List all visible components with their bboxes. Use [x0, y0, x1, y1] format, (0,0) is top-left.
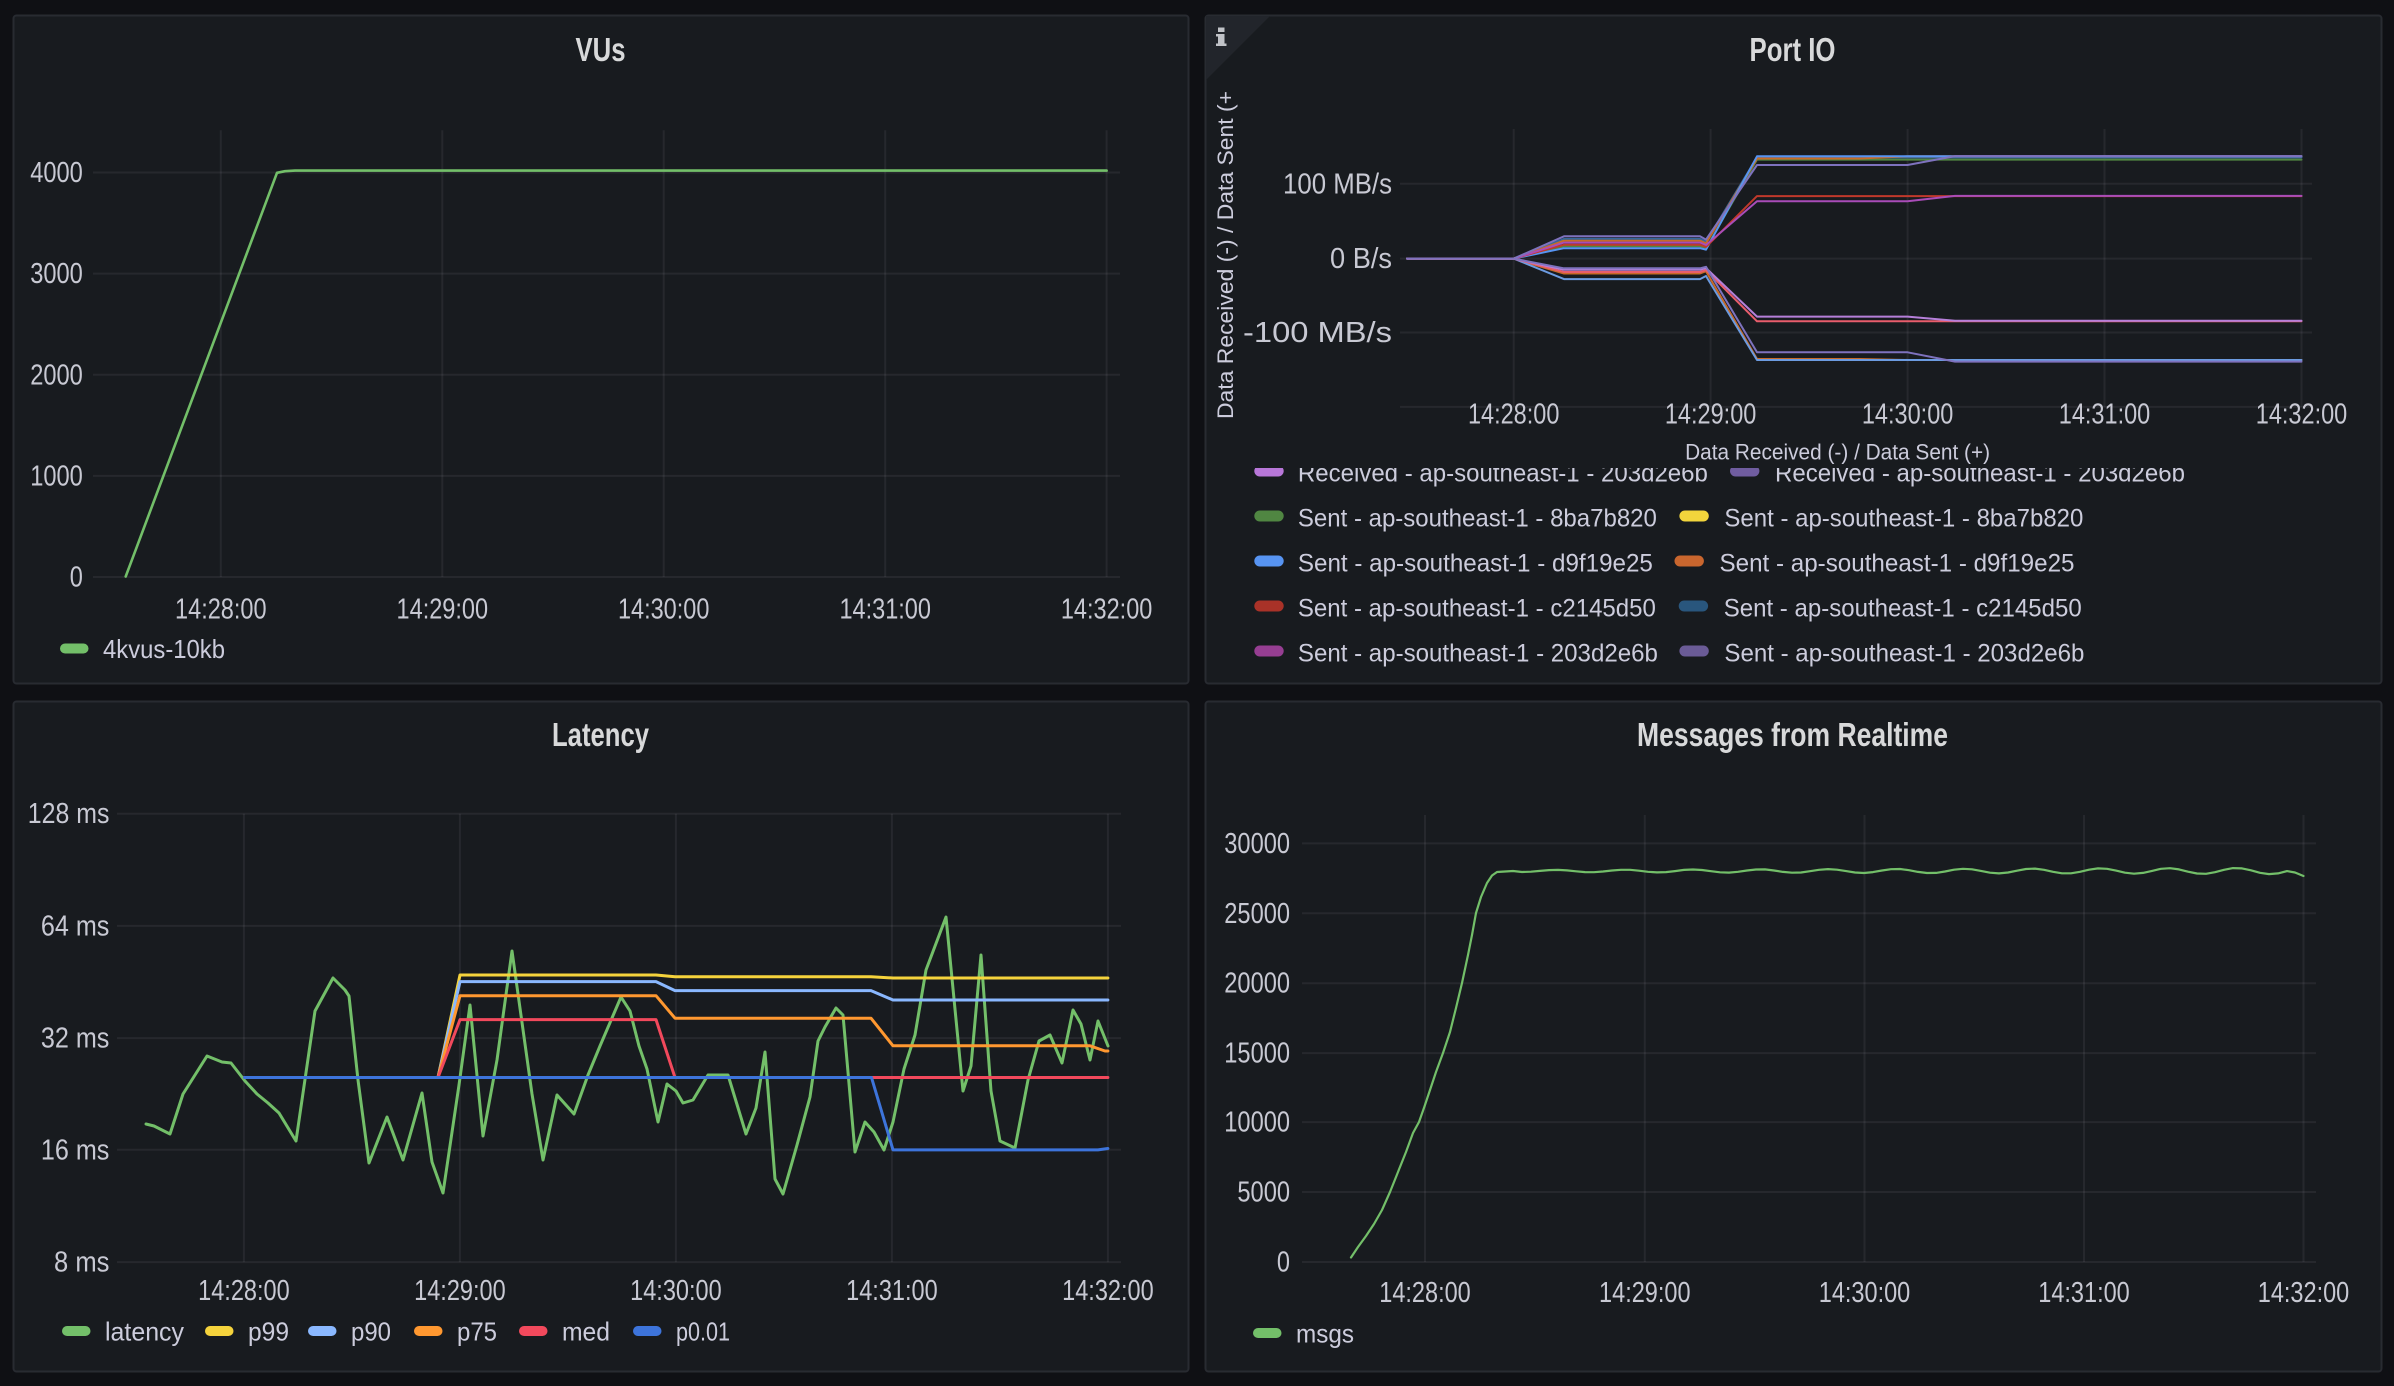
svg-text:30000: 30000	[1224, 828, 1290, 860]
svg-text:8 ms: 8 ms	[54, 1247, 109, 1279]
svg-text:14:31:00: 14:31:00	[2059, 399, 2151, 431]
svg-text:14:30:00: 14:30:00	[1862, 399, 1954, 431]
svg-text:3000: 3000	[30, 258, 83, 290]
svg-text:4kvus-10kb: 4kvus-10kb	[103, 634, 225, 664]
svg-text:-100 MB/s: -100 MB/s	[1243, 317, 1392, 349]
svg-text:14:31:00: 14:31:00	[839, 593, 931, 625]
svg-text:1000: 1000	[30, 460, 83, 492]
svg-text:Sent - ap-southeast-1 - 8ba7b8: Sent - ap-southeast-1 - 8ba7b820	[1724, 505, 2083, 533]
svg-text:14:30:00: 14:30:00	[1819, 1277, 1911, 1309]
svg-text:Sent - ap-southeast-1 - d9f19e: Sent - ap-southeast-1 - d9f19e25	[1720, 550, 2075, 578]
svg-text:0: 0	[70, 562, 83, 594]
svg-text:14:31:00: 14:31:00	[2038, 1277, 2130, 1309]
svg-text:14:32:00: 14:32:00	[1062, 1275, 1154, 1307]
svg-text:14:30:00: 14:30:00	[618, 593, 710, 625]
svg-text:Port IO: Port IO	[1750, 31, 1836, 68]
svg-text:Sent - ap-southeast-1 - c2145d: Sent - ap-southeast-1 - c2145d50	[1298, 595, 1656, 623]
svg-text:p0.01: p0.01	[676, 1317, 730, 1347]
svg-text:14:29:00: 14:29:00	[1599, 1277, 1691, 1309]
svg-text:14:32:00: 14:32:00	[2258, 1277, 2350, 1309]
svg-text:14:31:00: 14:31:00	[846, 1275, 938, 1307]
svg-text:4000: 4000	[30, 157, 83, 189]
svg-text:Sent - ap-southeast-1 - c2145d: Sent - ap-southeast-1 - c2145d50	[1724, 595, 2082, 623]
svg-text:Sent - ap-southeast-1 - d9f19e: Sent - ap-southeast-1 - d9f19e25	[1298, 550, 1653, 578]
svg-text:16 ms: 16 ms	[41, 1134, 110, 1166]
svg-text:med: med	[562, 1317, 610, 1347]
svg-text:10000: 10000	[1224, 1107, 1290, 1139]
svg-text:14:32:00: 14:32:00	[2256, 399, 2348, 431]
svg-text:14:30:00: 14:30:00	[630, 1275, 722, 1307]
svg-text:p75: p75	[457, 1317, 497, 1347]
svg-text:Messages from Realtime: Messages from Realtime	[1637, 716, 1948, 753]
svg-text:Sent - ap-southeast-1 - 203d2e: Sent - ap-southeast-1 - 203d2e6b	[1724, 640, 2084, 668]
svg-text:14:32:00: 14:32:00	[1061, 593, 1153, 625]
svg-text:25000: 25000	[1224, 898, 1290, 930]
svg-text:msgs: msgs	[1296, 1319, 1354, 1349]
svg-text:Sent - ap-southeast-1 - 8ba7b8: Sent - ap-southeast-1 - 8ba7b820	[1298, 505, 1657, 533]
svg-text:p90: p90	[351, 1317, 391, 1347]
svg-text:32 ms: 32 ms	[41, 1023, 110, 1055]
svg-text:2000: 2000	[30, 359, 83, 391]
svg-text:14:29:00: 14:29:00	[1665, 399, 1757, 431]
svg-text:Data Received (-) / Data Sent: Data Received (-) / Data Sent (+	[1213, 91, 1238, 419]
svg-text:14:29:00: 14:29:00	[397, 593, 489, 625]
svg-text:0 B/s: 0 B/s	[1330, 243, 1392, 275]
svg-text:p99: p99	[248, 1317, 289, 1347]
svg-text:14:28:00: 14:28:00	[1379, 1277, 1471, 1309]
svg-text:20000: 20000	[1224, 968, 1290, 1000]
svg-text:15000: 15000	[1224, 1038, 1290, 1070]
svg-text:0: 0	[1277, 1247, 1290, 1279]
svg-text:14:29:00: 14:29:00	[414, 1275, 506, 1307]
svg-text:14:28:00: 14:28:00	[198, 1275, 290, 1307]
svg-text:14:28:00: 14:28:00	[175, 593, 267, 625]
svg-text:100 MB/s: 100 MB/s	[1283, 168, 1392, 200]
svg-text:14:28:00: 14:28:00	[1468, 399, 1560, 431]
svg-text:Latency: Latency	[552, 716, 650, 753]
svg-text:VUs: VUs	[576, 31, 626, 68]
svg-text:Sent - ap-southeast-1 - 203d2e: Sent - ap-southeast-1 - 203d2e6b	[1298, 640, 1658, 668]
svg-text:latency: latency	[105, 1317, 184, 1347]
svg-text:Data Received (-) / Data Sent: Data Received (-) / Data Sent (+)	[1685, 440, 1990, 465]
svg-text:5000: 5000	[1237, 1177, 1290, 1209]
svg-text:128 ms: 128 ms	[28, 798, 110, 830]
svg-text:64 ms: 64 ms	[41, 910, 110, 942]
